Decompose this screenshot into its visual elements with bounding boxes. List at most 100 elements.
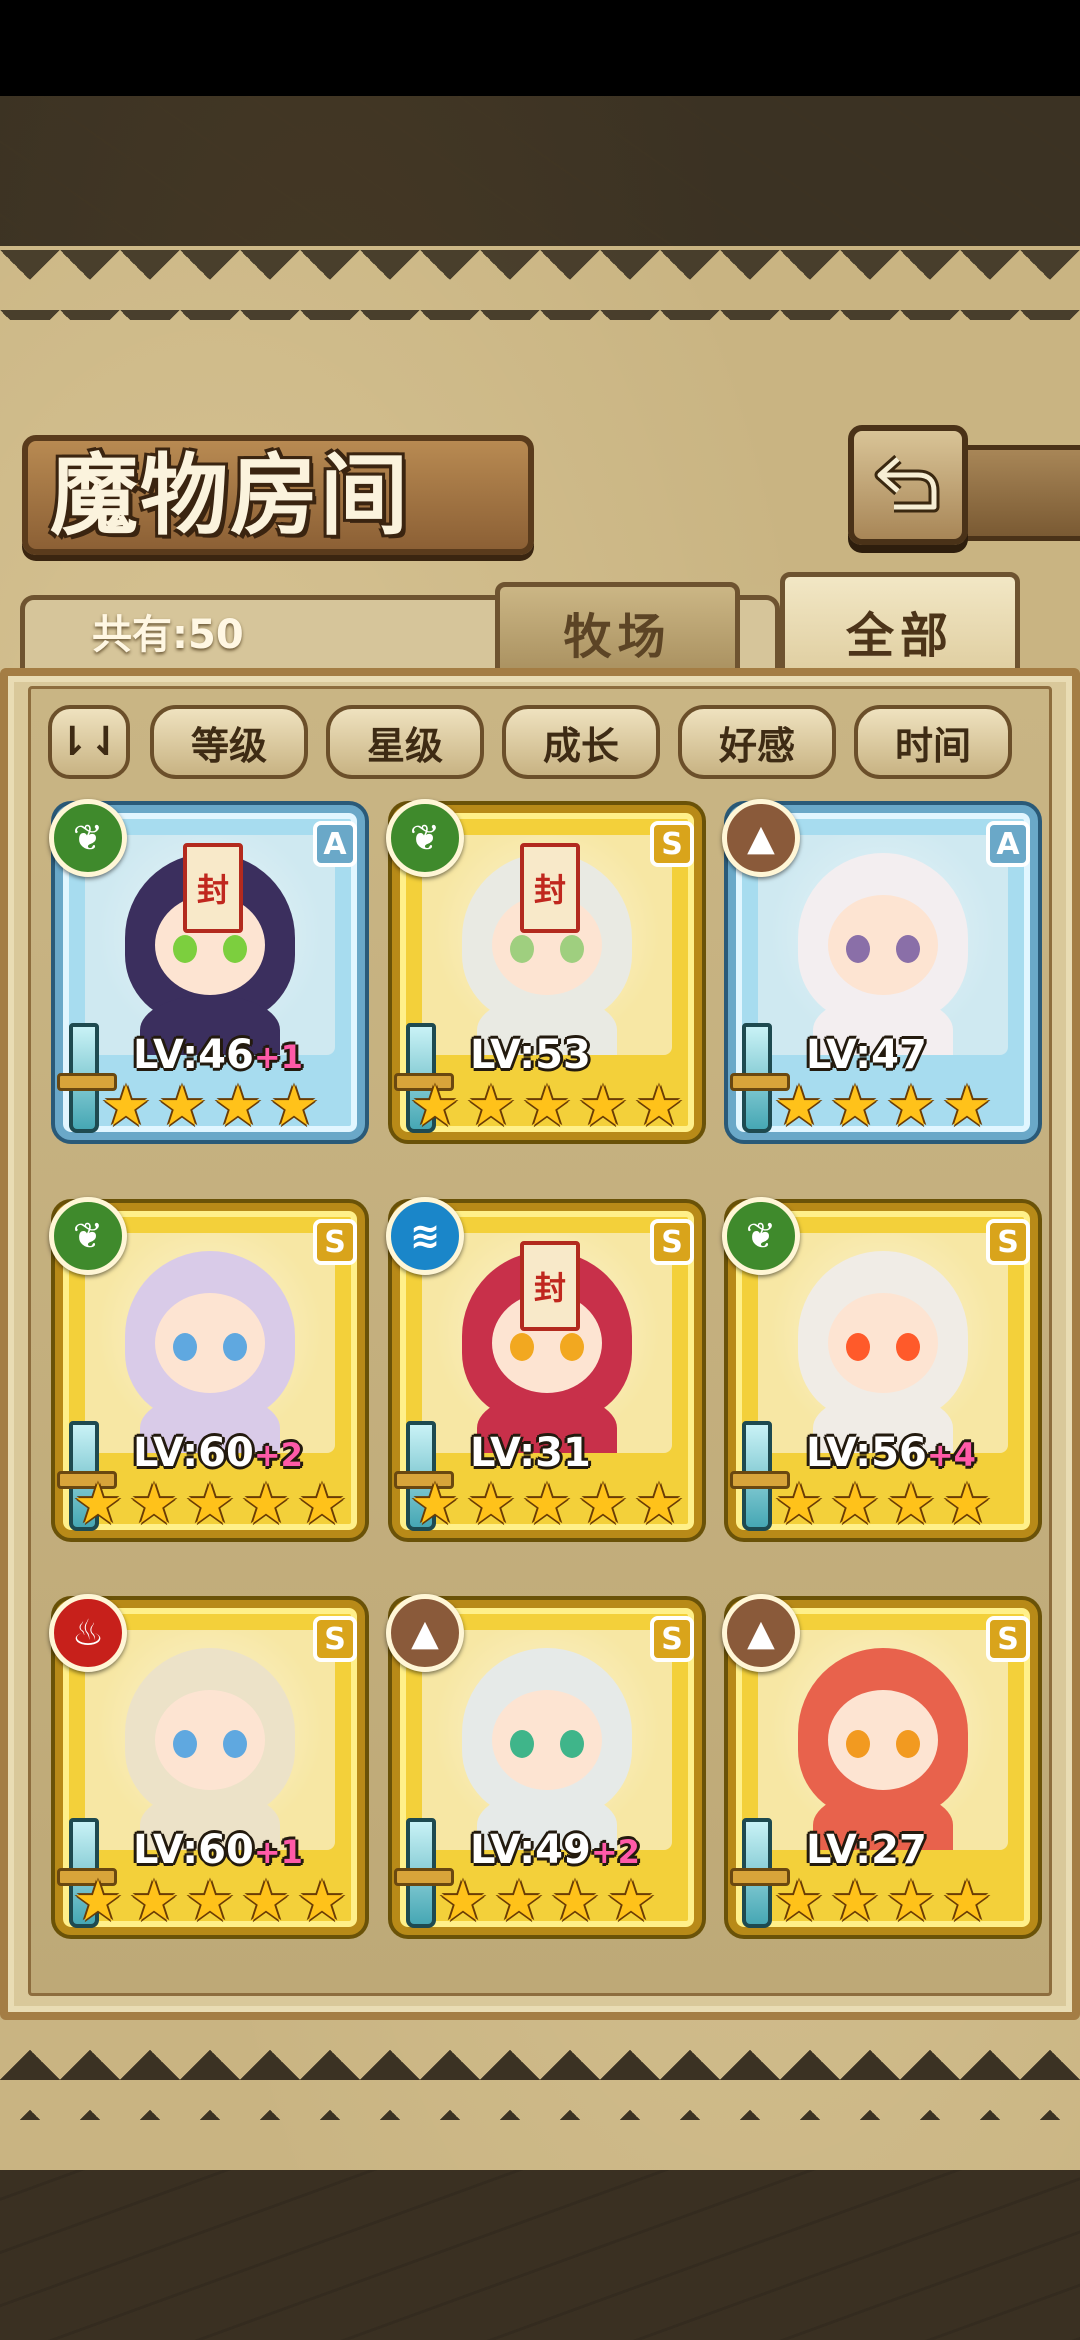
level-bonus: +2 bbox=[253, 1436, 303, 1474]
monster-portrait bbox=[758, 1233, 1008, 1453]
nature-element-icon: ❦ bbox=[386, 799, 464, 877]
star-icon: ★ bbox=[885, 1472, 937, 1537]
monster-card[interactable]: ♨ S LV:60+1 ★ ★ ★ ★ ★ bbox=[49, 1594, 365, 1936]
seal-tag-icon: 封 bbox=[183, 843, 243, 933]
star-icon: ★ bbox=[240, 1869, 292, 1934]
star-rating: ★ ★ ★ ★ bbox=[736, 1872, 1030, 1936]
star-icon: ★ bbox=[829, 1869, 881, 1934]
rank-badge: S bbox=[313, 1616, 357, 1662]
sort-toggle-icon: ⇂⇃ bbox=[55, 719, 123, 765]
star-icon: ★ bbox=[885, 1074, 937, 1139]
star-icon: ★ bbox=[184, 1472, 236, 1537]
status-bar bbox=[0, 0, 1080, 96]
star-icon: ★ bbox=[156, 1074, 208, 1139]
earth-element-icon: ▲ bbox=[386, 1594, 464, 1672]
star-icon: ★ bbox=[549, 1869, 601, 1934]
fire-element-icon: ♨ bbox=[49, 1594, 127, 1672]
star-icon: ★ bbox=[72, 1869, 124, 1934]
monster-card[interactable]: ▲ S LV:27 ★ ★ ★ ★ bbox=[722, 1594, 1038, 1936]
return-arrow-icon bbox=[874, 454, 940, 513]
star-icon: ★ bbox=[521, 1074, 573, 1139]
level-bonus: +1 bbox=[253, 1038, 303, 1076]
monster-portrait bbox=[758, 1630, 1008, 1850]
rank-badge: A bbox=[313, 821, 357, 867]
level-value: LV:49 bbox=[470, 1827, 591, 1873]
star-icon: ★ bbox=[72, 1472, 124, 1537]
rank-badge: S bbox=[650, 1219, 694, 1265]
torn-edge-top bbox=[0, 250, 1080, 320]
rank-badge: S bbox=[650, 1616, 694, 1662]
torn-edge-bottom bbox=[0, 2050, 1080, 2120]
star-icon: ★ bbox=[941, 1074, 993, 1139]
star-icon: ★ bbox=[577, 1472, 629, 1537]
star-icon: ★ bbox=[100, 1074, 152, 1139]
star-icon: ★ bbox=[773, 1472, 825, 1537]
filter-stars-button[interactable]: 星级 bbox=[326, 705, 484, 779]
star-icon: ★ bbox=[437, 1869, 489, 1934]
monster-count: 共有:50 bbox=[92, 612, 244, 658]
seal-tag-icon: 封 bbox=[520, 843, 580, 933]
rank-badge: S bbox=[986, 1616, 1030, 1662]
star-icon: ★ bbox=[773, 1869, 825, 1934]
star-icon: ★ bbox=[941, 1869, 993, 1934]
star-icon: ★ bbox=[493, 1869, 545, 1934]
sort-toggle-button[interactable]: ⇂⇃ bbox=[48, 705, 130, 779]
star-icon: ★ bbox=[212, 1074, 264, 1139]
star-icon: ★ bbox=[465, 1074, 517, 1139]
star-rating: ★ ★ ★ ★ bbox=[736, 1077, 1030, 1141]
star-rating: ★ ★ ★ ★ ★ bbox=[63, 1475, 357, 1539]
star-icon: ★ bbox=[885, 1869, 937, 1934]
star-rating: ★ ★ ★ ★ bbox=[736, 1475, 1030, 1539]
monster-card[interactable]: 封 ❦ S LV:53 ★ ★ ★ ★ ★ bbox=[386, 799, 702, 1141]
nature-element-icon: ❦ bbox=[49, 1197, 127, 1275]
monster-portrait bbox=[758, 835, 1008, 1055]
monster-card[interactable]: ❦ S LV:60+2 ★ ★ ★ ★ ★ bbox=[49, 1197, 365, 1539]
level-bonus: +4 bbox=[926, 1436, 976, 1474]
level-value: LV:31 bbox=[470, 1430, 591, 1476]
star-icon: ★ bbox=[633, 1472, 685, 1537]
filter-level-button[interactable]: 等级 bbox=[150, 705, 308, 779]
map-bottom-strip bbox=[0, 2170, 1080, 2340]
star-icon: ★ bbox=[296, 1472, 348, 1537]
monster-card[interactable]: ▲ S LV:49+2 ★ ★ ★ ★ bbox=[386, 1594, 702, 1936]
water-element-icon: ≋ bbox=[386, 1197, 464, 1275]
star-icon: ★ bbox=[409, 1472, 461, 1537]
filter-growth-button[interactable]: 成长 bbox=[502, 705, 660, 779]
monster-portrait bbox=[85, 1630, 335, 1850]
level-bonus: +1 bbox=[253, 1833, 303, 1871]
star-icon: ★ bbox=[128, 1472, 180, 1537]
star-icon: ★ bbox=[605, 1869, 657, 1934]
star-rating: ★ ★ ★ ★ ★ bbox=[400, 1475, 694, 1539]
rank-badge: S bbox=[313, 1219, 357, 1265]
star-rating: ★ ★ ★ ★ ★ bbox=[63, 1872, 357, 1936]
monster-card[interactable]: ❦ S LV:56+4 ★ ★ ★ ★ bbox=[722, 1197, 1038, 1539]
star-icon: ★ bbox=[465, 1472, 517, 1537]
star-rating: ★ ★ ★ ★ ★ bbox=[400, 1077, 694, 1141]
earth-element-icon: ▲ bbox=[722, 1594, 800, 1672]
star-icon: ★ bbox=[296, 1869, 348, 1934]
star-icon: ★ bbox=[521, 1472, 573, 1537]
level-value: LV:60 bbox=[133, 1430, 254, 1476]
page-title: 魔物房间 bbox=[50, 443, 411, 547]
star-icon: ★ bbox=[633, 1074, 685, 1139]
rank-badge: S bbox=[986, 1219, 1030, 1265]
level-value: LV:46 bbox=[133, 1032, 254, 1078]
star-rating: ★ ★ ★ ★ bbox=[63, 1077, 357, 1141]
monster-portrait bbox=[422, 1630, 672, 1850]
monster-card[interactable]: 封 ❦ A LV:46+1 ★ ★ ★ ★ bbox=[49, 799, 365, 1141]
tab-ranch[interactable]: 牧场 bbox=[495, 582, 740, 682]
filter-time-button[interactable]: 时间 bbox=[854, 705, 1012, 779]
rank-badge: S bbox=[650, 821, 694, 867]
star-icon: ★ bbox=[829, 1074, 881, 1139]
monster-card[interactable]: 封 ≋ S LV:31 ★ ★ ★ ★ ★ bbox=[386, 1197, 702, 1539]
rank-badge: A bbox=[986, 821, 1030, 867]
filter-affection-button[interactable]: 好感 bbox=[678, 705, 836, 779]
back-button-rail bbox=[960, 445, 1080, 541]
star-icon: ★ bbox=[184, 1869, 236, 1934]
star-icon: ★ bbox=[128, 1869, 180, 1934]
monster-card[interactable]: ▲ A LV:47 ★ ★ ★ ★ bbox=[722, 799, 1038, 1141]
star-icon: ★ bbox=[409, 1074, 461, 1139]
level-value: LV:60 bbox=[133, 1827, 254, 1873]
star-rating: ★ ★ ★ ★ bbox=[400, 1872, 694, 1936]
back-button[interactable] bbox=[848, 425, 968, 545]
